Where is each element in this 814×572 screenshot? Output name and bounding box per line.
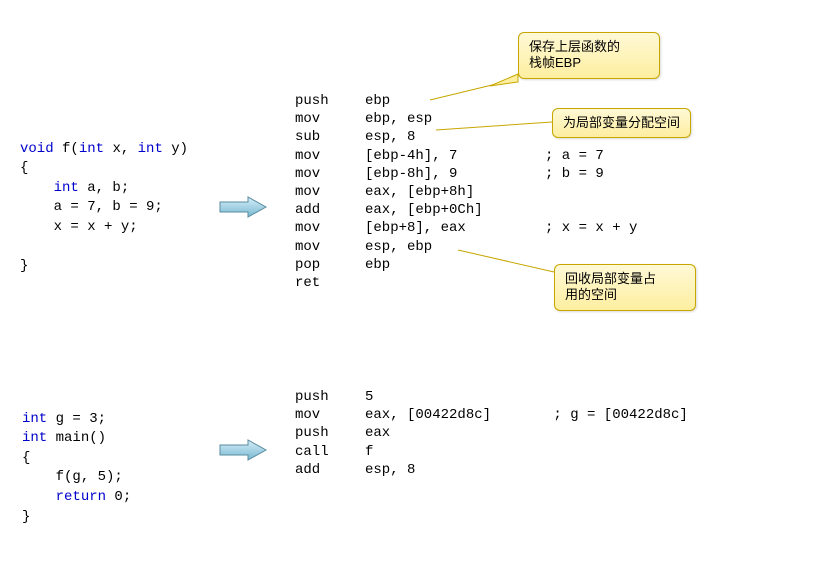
asm-line: pusheax [295,424,688,442]
asm-line: mov[ebp+8], eax; x = x + y [295,219,637,237]
callout-save-ebp: 保存上层函数的 栈帧EBP [518,32,660,79]
callout-free-space: 回收局部变量占 用的空间 [554,264,696,311]
arrow-icon [218,438,268,462]
asm-line: push5 [295,388,688,406]
arrow-icon [218,195,268,219]
asm-line: mov[ebp-8h], 9; b = 9 [295,165,637,183]
asm-line: moveax, [00422d8c] ; g = [00422d8c] [295,406,688,424]
asm-line: mov[ebp-4h], 7; a = 7 [295,147,637,165]
kw-void: void [20,141,54,157]
asm-line: addesp, 8 [295,461,688,479]
callout-alloc-space: 为局部变量分配空间 [552,108,691,138]
c-source-main: int g = 3; int main() { f(g, 5); return … [22,390,131,527]
asm-line: addeax, [ebp+0Ch] [295,201,637,219]
asm-line: callf [295,443,688,461]
c-source-f: void f(int x, int y) { int a, b; a = 7, … [20,120,188,277]
asm-line: movesp, ebp [295,238,637,256]
asm-main: push5moveax, [00422d8c] ; g = [00422d8c]… [295,388,688,479]
asm-line: moveax, [ebp+8h] [295,183,637,201]
